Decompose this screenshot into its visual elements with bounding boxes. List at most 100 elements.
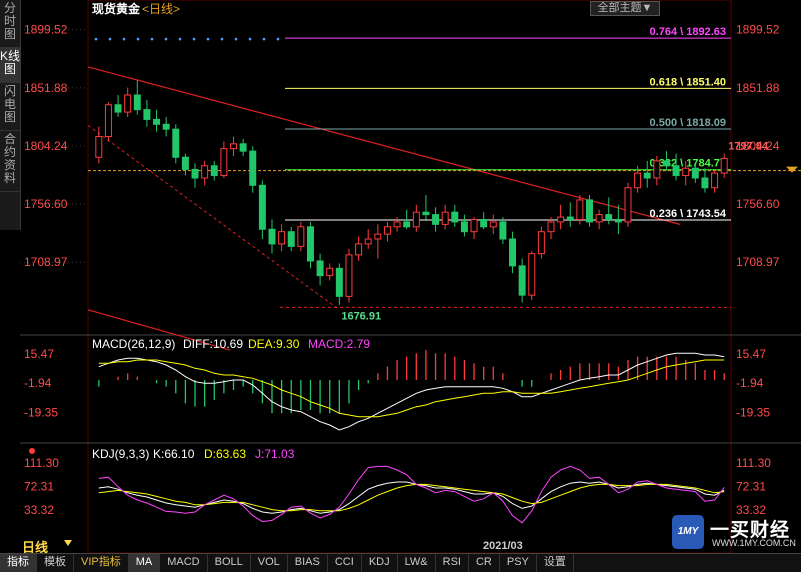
tab-boll[interactable]: BOLL	[208, 554, 251, 572]
macd-diff-line	[98, 352, 725, 431]
tab-lw[interactable]: LW&	[398, 554, 436, 572]
candle-body	[557, 216, 565, 223]
candle-body	[201, 165, 209, 179]
candle-body	[432, 214, 440, 225]
tab-contract-info[interactable]: 合约资料	[0, 131, 20, 192]
candle-body	[691, 167, 699, 179]
candle-body	[720, 157, 728, 174]
macd-ytick-right: -19.35	[736, 405, 770, 419]
candle-body	[489, 221, 497, 228]
candle-body	[287, 231, 295, 247]
dot-marker	[150, 37, 154, 41]
fib-label: 0.500 \ 1818.09	[650, 117, 726, 129]
tab-ma[interactable]: MA	[128, 554, 161, 572]
candle-body	[528, 253, 536, 296]
candle-body	[95, 135, 103, 158]
candle-body	[509, 238, 517, 267]
candle-body	[191, 168, 199, 179]
candle-body	[653, 160, 661, 179]
instrument-title: 现货黄金	[92, 1, 141, 16]
price-ytick-left: 1899.52	[24, 23, 68, 37]
tab-template[interactable]: 模板	[37, 554, 74, 572]
kdj-ytick-left: 33.32	[24, 503, 54, 517]
macd-ytick-left: -1.94	[24, 376, 52, 390]
candle-body	[614, 218, 622, 223]
tab-bias[interactable]: BIAS	[288, 554, 328, 572]
candle-body	[634, 172, 642, 189]
candle-body	[605, 214, 613, 220]
kdj-j-label: J:71.03	[255, 447, 295, 461]
candle-body	[268, 228, 276, 245]
price-ytick-right: 1756.60	[736, 197, 780, 211]
tab-cr[interactable]: CR	[469, 554, 500, 572]
kdj-dot-icon	[29, 448, 35, 454]
tab-cci[interactable]: CCI	[328, 554, 362, 572]
tab-rsi[interactable]: RSI	[436, 554, 469, 572]
tab-settings[interactable]: 设置	[537, 554, 574, 572]
price-ytick-right: 1851.88	[736, 81, 780, 95]
price-ytick-left: 1708.97	[24, 255, 68, 269]
dot-marker	[248, 37, 252, 41]
tab-kline[interactable]: K线图	[0, 48, 20, 83]
tab-macd[interactable]: MACD	[160, 554, 208, 572]
logo-badge-icon: 1MY	[672, 515, 704, 549]
dot-marker	[220, 37, 224, 41]
caret-down-icon[interactable]	[64, 540, 72, 546]
candle-body	[220, 148, 228, 177]
trendline-dashed	[87, 125, 340, 311]
macd-ytick-right: 15.47	[736, 347, 766, 361]
candle-body	[441, 211, 449, 225]
price-ytick-left: 1756.60	[24, 197, 68, 211]
candle-body	[701, 177, 709, 189]
theme-dropdown[interactable]: 全部主题▼	[590, 1, 660, 16]
tab-timeshare[interactable]: 分时图	[0, 0, 20, 48]
tab-psy[interactable]: PSY	[500, 554, 537, 572]
candle-body	[499, 221, 507, 240]
tab-kdj[interactable]: KDJ	[362, 554, 398, 572]
dot-marker	[136, 37, 140, 41]
dot-marker	[108, 37, 112, 41]
x-tick-label: 2021/03	[483, 540, 523, 552]
period-tag: <日线>	[142, 2, 180, 16]
dot-marker	[262, 37, 266, 41]
candle-body	[672, 165, 680, 177]
price-ytick-right: 1708.97	[736, 255, 780, 269]
macd-ytick-left: -19.35	[24, 405, 58, 419]
kdj-d-label: D:63.63	[204, 447, 246, 461]
candle-body	[374, 233, 382, 240]
tab-vol[interactable]: VOL	[251, 554, 288, 572]
candle-body	[162, 123, 170, 130]
candle-body	[403, 221, 411, 228]
candle-body	[104, 104, 112, 137]
candle-body	[278, 231, 286, 245]
candle-body	[643, 172, 651, 179]
kdj-title: KDJ(9,3,3)	[92, 447, 149, 461]
candle-body	[460, 221, 468, 233]
price-ytick-left: 1804.24	[24, 139, 68, 153]
candle-body	[335, 267, 343, 297]
kdj-ytick-right: 111.30	[736, 456, 771, 470]
candle-body	[537, 231, 545, 255]
candle-body	[355, 243, 363, 256]
indicator-toolbar: 指标 模板 VIP指标 MA MACD BOLL VOL BIAS CCI KD…	[0, 553, 801, 572]
dot-marker	[234, 37, 238, 41]
candle-body	[249, 150, 257, 186]
macd-title: MACD(26,12,9)	[92, 337, 175, 351]
candle-body	[316, 260, 324, 277]
candle-body	[364, 238, 372, 245]
candle-body	[393, 221, 401, 228]
candle-body	[153, 118, 161, 125]
candle-body	[624, 187, 632, 223]
candle-body	[297, 226, 305, 247]
tab-vip-indicator[interactable]: VIP指标	[74, 554, 129, 572]
brand-logo: 1MY 一买财经 WWW.1MY.COM.CN	[672, 515, 796, 549]
candle-body	[480, 218, 488, 228]
candle-body	[114, 104, 122, 113]
tab-indicator[interactable]: 指标	[0, 554, 37, 572]
candle-body	[470, 218, 478, 233]
dot-marker	[178, 37, 182, 41]
candle-body	[576, 199, 584, 220]
candle-body	[172, 128, 180, 158]
tab-flash[interactable]: 闪电图	[0, 83, 20, 131]
kdj-j-line	[98, 465, 725, 524]
